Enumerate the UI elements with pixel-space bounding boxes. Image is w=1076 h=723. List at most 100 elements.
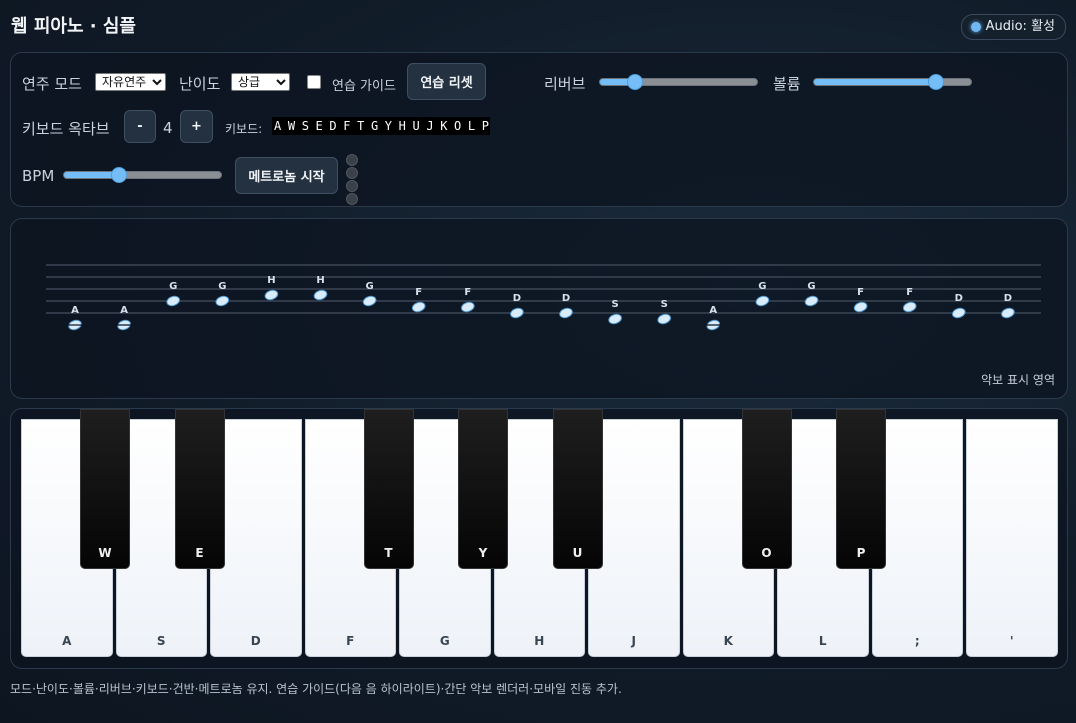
note-label: G	[758, 281, 766, 292]
note-head	[166, 295, 181, 307]
volume-slider[interactable]	[813, 74, 972, 90]
audio-status-label: Audio: 활성	[985, 19, 1055, 34]
black-key-label: O	[761, 546, 772, 560]
reverb-slider-thumb[interactable]	[626, 74, 643, 90]
white-key-label: S	[156, 634, 166, 648]
white-key-label: ;	[914, 634, 920, 648]
note-label: D	[562, 293, 570, 304]
staff-svg: A A G G H H G F F D D S S A G G F F D D	[46, 264, 1041, 331]
bpm-slider[interactable]	[63, 167, 222, 183]
score-note: D	[1001, 293, 1015, 319]
mode-select[interactable]: 자유연주	[95, 73, 166, 91]
black-key[interactable]: O	[741, 409, 792, 569]
note-label: A	[120, 305, 128, 316]
metronome-start-button[interactable]: 메트로놈 시작	[235, 157, 338, 194]
beat-dot	[346, 167, 358, 179]
note-head	[1001, 307, 1015, 319]
white-key-label: A	[62, 634, 72, 648]
white-key[interactable]: '	[966, 419, 1058, 657]
note-head	[804, 295, 819, 307]
black-key[interactable]: Y	[458, 409, 508, 569]
note-head	[362, 295, 377, 307]
note-head	[215, 295, 230, 307]
black-key[interactable]: E	[174, 409, 225, 569]
note-head	[313, 289, 328, 301]
guide-checkbox[interactable]	[307, 75, 321, 89]
reverb-label: 리버브	[544, 75, 586, 93]
mode-label: 연주 모드	[22, 75, 82, 93]
note-head	[951, 307, 966, 319]
note-head	[559, 307, 573, 319]
score-note: F	[411, 287, 426, 313]
note-head	[755, 295, 770, 307]
beat-dot	[346, 193, 358, 205]
bpm-slider-thumb[interactable]	[110, 167, 127, 183]
score-note: S	[657, 299, 672, 325]
black-key[interactable]: U	[552, 409, 603, 569]
black-key-label: W	[98, 546, 112, 560]
octave-up-button[interactable]: +	[180, 110, 213, 143]
black-key[interactable]: P	[836, 409, 886, 569]
metronome-beat-indicator	[346, 154, 358, 206]
score-note: H	[313, 275, 328, 301]
note-head	[460, 301, 475, 313]
note-label: F	[906, 287, 913, 298]
note-label: G	[807, 281, 815, 292]
note-head	[608, 313, 622, 325]
keyboard-map-value: A W S E D F T G Y H U J K O L P ; '	[272, 117, 490, 135]
keyboard-map-label: 키보드:	[225, 122, 263, 136]
black-key-label: T	[384, 546, 393, 560]
score-note: G	[755, 281, 770, 307]
note-label: S	[611, 299, 618, 310]
score-note: S	[608, 299, 622, 325]
black-key-label: Y	[478, 546, 488, 560]
white-key-label: J	[631, 634, 636, 648]
note-head	[510, 307, 524, 319]
note-label: G	[169, 281, 177, 292]
black-key-label: P	[856, 546, 866, 560]
footer-note: 모드·난이도·볼륨·리버브·키보드·건반·메트로놈 유지. 연습 가이드(다음 …	[10, 682, 622, 696]
score-note: G	[804, 281, 819, 307]
white-key-label: K	[723, 634, 733, 648]
note-label: A	[71, 305, 79, 316]
piano-keyboard: A S D F G H J K L; ' W E T Y U O P	[10, 408, 1068, 669]
white-key-label: H	[534, 634, 545, 648]
note-label: D	[1004, 293, 1012, 304]
black-key[interactable]: T	[363, 409, 414, 569]
white-key-label: G	[439, 634, 450, 648]
white-key-label: F	[346, 634, 355, 648]
note-head	[411, 301, 426, 313]
guide-label: 연습 가이드	[332, 79, 396, 94]
note-head	[853, 301, 868, 313]
score-note: G	[166, 281, 181, 307]
score-note: A	[67, 305, 83, 331]
beat-dot	[346, 180, 358, 192]
note-label: F	[415, 287, 422, 298]
black-key[interactable]: W	[80, 409, 130, 569]
score-panel: A A G G H H G F F D D S S A G G F F D D 악보 표시 영역	[10, 218, 1068, 399]
volume-slider-thumb[interactable]	[928, 74, 945, 90]
bpm-label: BPM	[22, 167, 55, 185]
note-label: H	[316, 275, 324, 286]
practice-reset-button[interactable]: 연습 리셋	[407, 63, 486, 100]
score-note: H	[264, 275, 279, 301]
octave-down-button[interactable]: -	[124, 110, 156, 143]
note-label: F	[857, 287, 864, 298]
reverb-slider[interactable]	[599, 74, 758, 90]
white-key-label: L	[818, 634, 827, 648]
note-label: G	[218, 281, 226, 292]
audio-status-dot-icon	[970, 22, 981, 32]
note-head	[657, 313, 672, 325]
score-note: G	[215, 281, 230, 307]
octave-label: 키보드 옥타브	[22, 120, 110, 138]
score-note: A	[116, 305, 133, 331]
score-note: G	[362, 281, 377, 307]
note-label: S	[661, 299, 668, 310]
difficulty-select[interactable]: 상급	[231, 73, 290, 91]
octave-value: 4	[163, 119, 173, 137]
black-key-label: U	[572, 546, 583, 560]
page-title: 웹 피아노 · 심플	[11, 16, 136, 37]
volume-label: 볼륨	[773, 75, 801, 93]
volume-slider-fill	[814, 79, 937, 85]
score-note: F	[853, 287, 868, 313]
